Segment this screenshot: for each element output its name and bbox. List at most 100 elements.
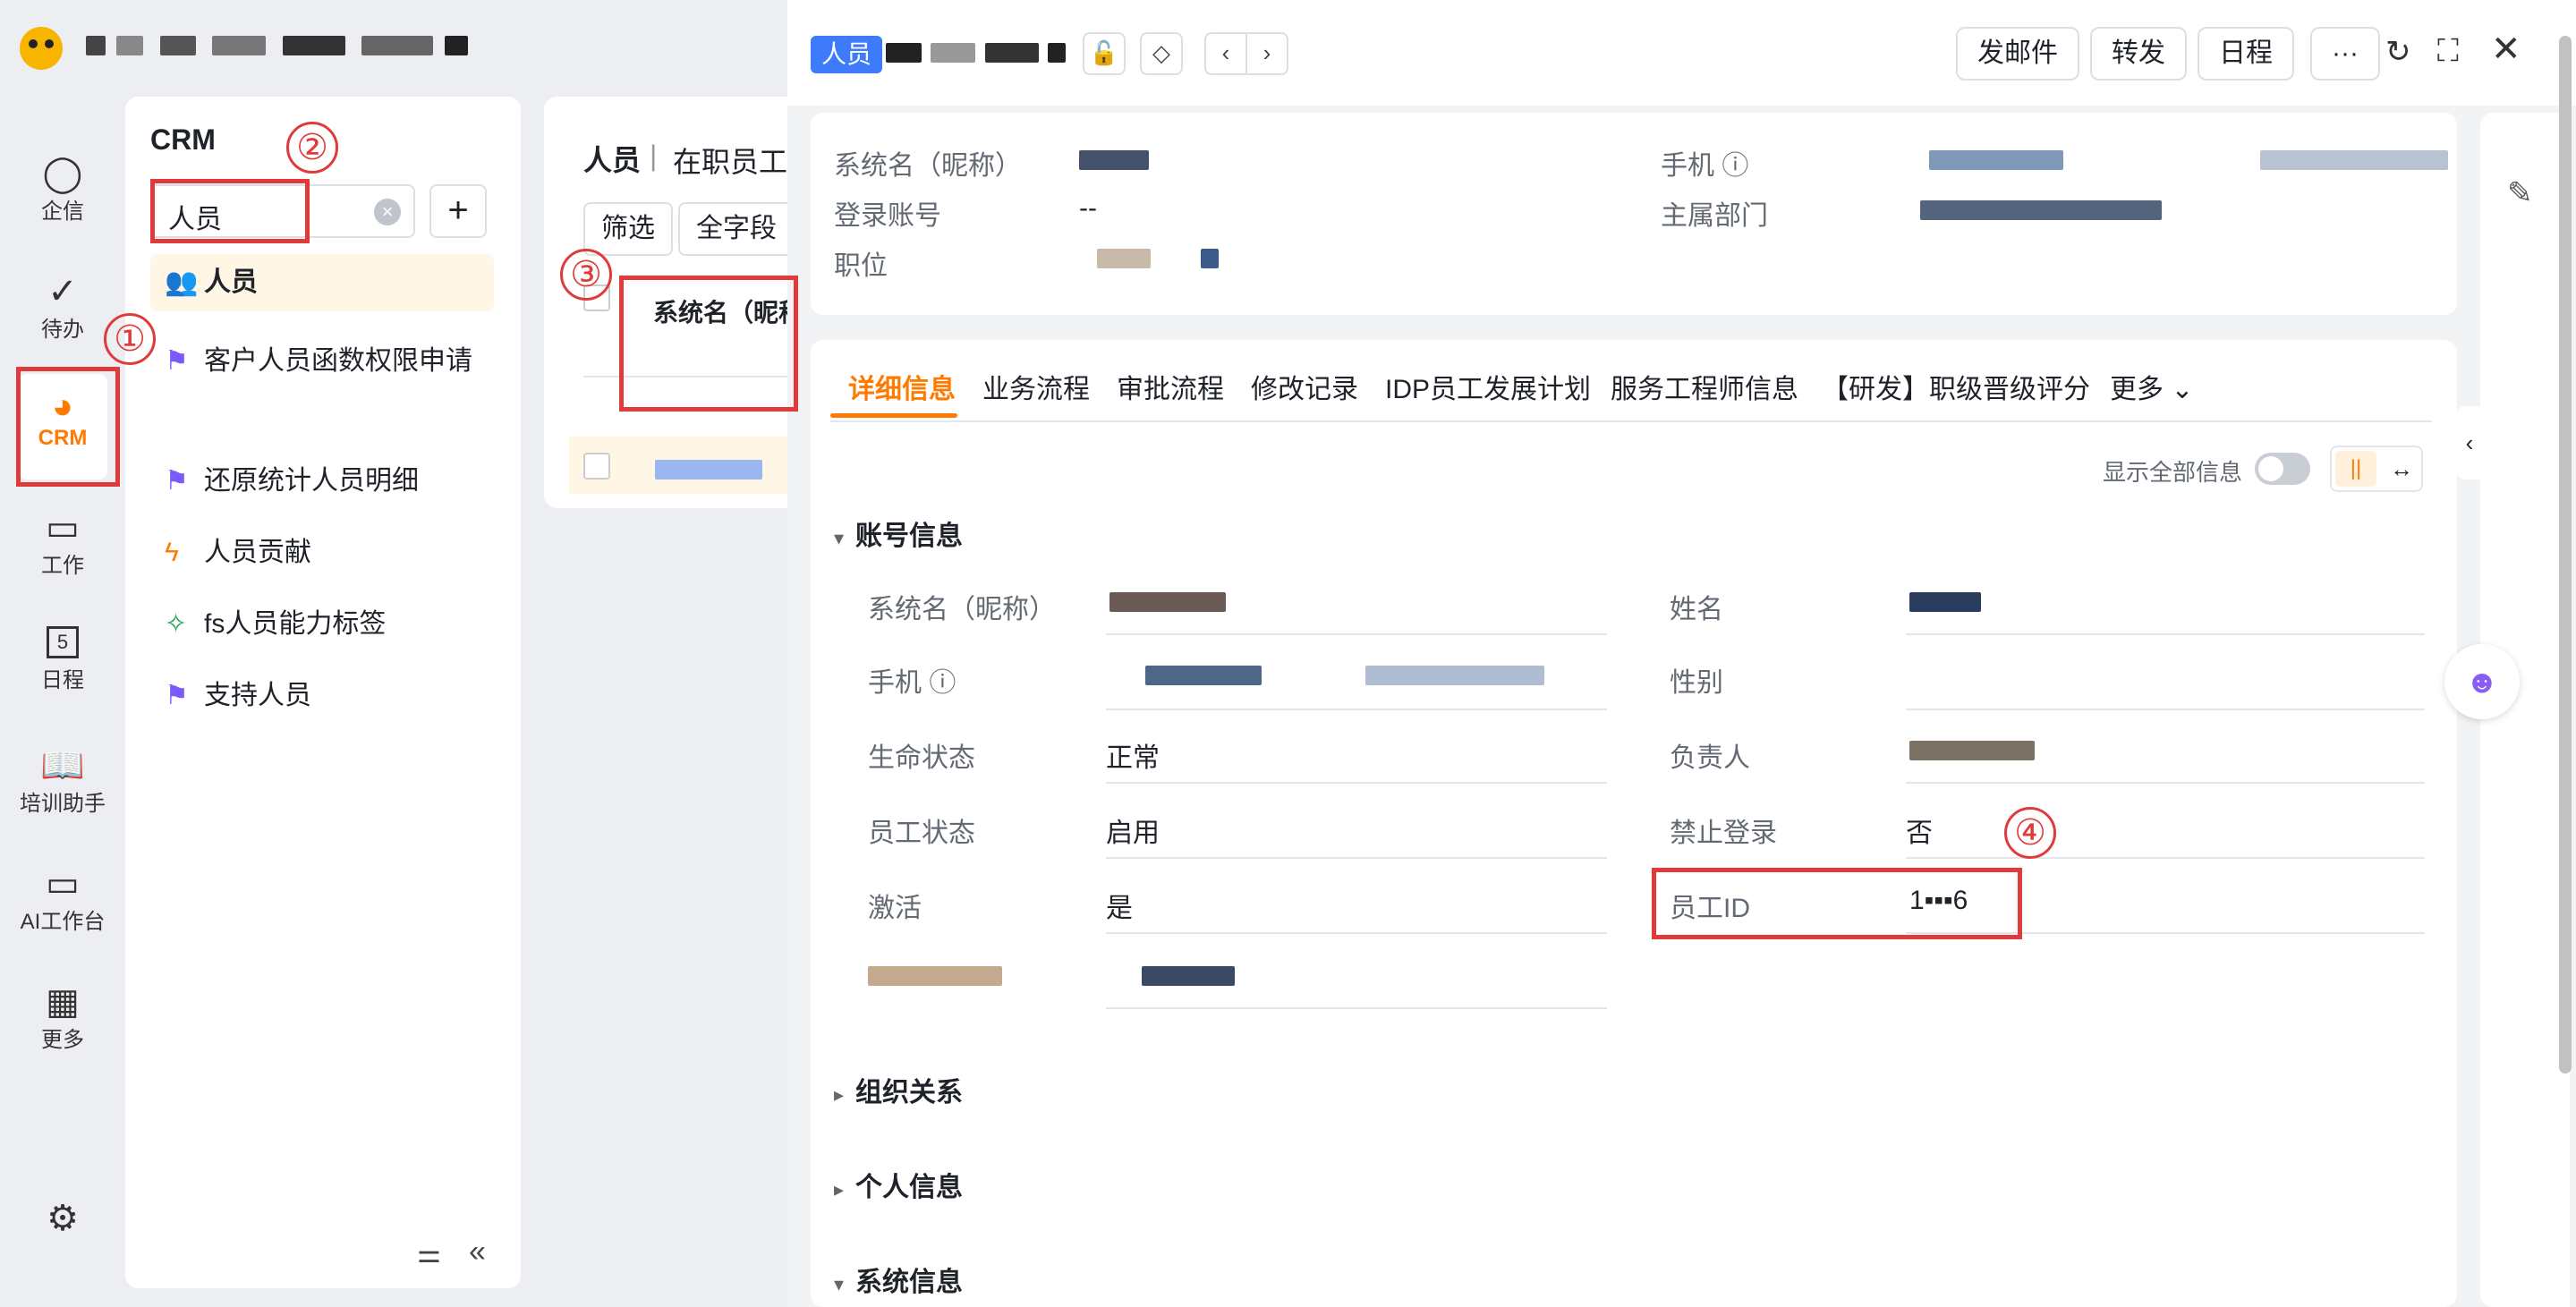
nav-ai-workbench[interactable]: ▭ AI工作台	[18, 864, 107, 935]
crm-panel: CRM 人员 × + 👥 人员 ⚑ 客户人员函数权限申请 ⚑ 还原统计人员明细 …	[125, 97, 521, 1288]
field-emp-id-label: 员工ID	[1670, 894, 1750, 923]
redacted-value	[1920, 200, 2162, 220]
menu-item-restore-stats[interactable]: ⚑ 还原统计人员明细	[150, 453, 494, 510]
field-activated-label: 激活	[868, 894, 922, 923]
tabs-divider	[830, 420, 2432, 422]
show-all-toggle[interactable]	[2255, 453, 2310, 485]
field-emp-id-value: 1▪▪▪6	[1909, 886, 1968, 915]
redacted-value	[1097, 249, 1151, 268]
redacted-value	[1909, 592, 1981, 612]
chat-bubble-icon: ◯	[42, 154, 83, 193]
table-row[interactable]	[569, 437, 812, 494]
nav-crm[interactable]: ◕ CRM	[18, 374, 107, 480]
tab-approval-flow[interactable]: 审批流程	[1117, 367, 1224, 406]
check-circle-icon: ✓	[47, 272, 78, 311]
menu-item-people[interactable]: 👥 人员	[150, 254, 494, 311]
divider: |	[650, 140, 658, 172]
field-underline	[1906, 932, 2425, 934]
chevron-down-icon: ⌄	[2171, 375, 2194, 404]
filter-settings-icon[interactable]: ⚌	[417, 1238, 441, 1269]
all-fields-button[interactable]: 全字段	[678, 202, 795, 256]
field-system-name-label: 系统名（昵称）	[868, 595, 1056, 624]
field-login-forbidden-label: 禁止登录	[1670, 819, 1777, 848]
menu-item-ability-tags[interactable]: ✧ fs人员能力标签	[150, 596, 494, 653]
tab-more[interactable]: 更多 ⌄	[2110, 367, 2193, 406]
app-logo	[20, 27, 63, 70]
field-underline	[1906, 633, 2425, 635]
redacted-value	[1079, 150, 1149, 170]
section-org[interactable]: ▸ 组织关系	[834, 1070, 963, 1109]
app-title-bar	[0, 0, 787, 98]
redacted-value	[1365, 666, 1544, 685]
menu-item-support[interactable]: ⚑ 支持人员	[150, 667, 494, 725]
collapse-icon[interactable]: «	[469, 1235, 486, 1269]
nav-schedule[interactable]: 5 日程	[18, 626, 107, 693]
field-phone-label: 手机 ⓘ	[868, 668, 956, 698]
annotation-1: ①	[104, 313, 156, 365]
schedule-button[interactable]: 日程	[2198, 27, 2294, 81]
send-email-button[interactable]: 发邮件	[1956, 27, 2079, 81]
nav-more[interactable]: ▦ 更多	[18, 982, 107, 1053]
close-icon[interactable]: ✕	[2491, 29, 2521, 70]
lock-icon[interactable]: 🔓	[1083, 32, 1126, 75]
redacted-value	[1145, 666, 1262, 685]
redacted-label	[868, 966, 1002, 986]
tag-icon[interactable]: ◇	[1140, 32, 1183, 75]
scrollbar[interactable]	[2559, 36, 2572, 1074]
tab-details[interactable]: 详细信息	[848, 367, 956, 406]
expand-width-icon[interactable]: ↔	[2382, 451, 2421, 487]
field-emp-status-value: 启用	[1106, 819, 1160, 848]
pin-icon: ✧	[165, 609, 188, 639]
next-record-button[interactable]: ›	[1245, 32, 1288, 75]
summary-position-label: 职位	[834, 251, 888, 281]
ai-assistant-icon[interactable]: ☻	[2444, 644, 2520, 719]
nav-training[interactable]: 📖 培训助手	[18, 746, 107, 817]
redacted-title	[86, 36, 468, 55]
tab-service-engineer[interactable]: 服务工程师信息	[1611, 367, 1798, 406]
field-emp-status-label: 员工状态	[868, 819, 975, 848]
field-underline	[1106, 932, 1607, 934]
fullscreen-icon[interactable]: ⛶	[2437, 34, 2459, 69]
caret-right-icon: ▸	[834, 1178, 845, 1201]
field-underline	[1906, 782, 2425, 784]
prev-record-button[interactable]: ‹	[1204, 32, 1247, 75]
flag-icon: ⚑	[165, 681, 189, 710]
filter-button[interactable]: 筛选	[583, 202, 673, 256]
settings-button[interactable]: ⚙	[18, 1199, 107, 1238]
field-activated-value: 是	[1106, 894, 1133, 923]
row-checkbox[interactable]	[583, 453, 610, 480]
menu-item-function-permission[interactable]: ⚑ 客户人员函数权限申请	[150, 333, 494, 390]
redacted-value	[1929, 150, 2063, 170]
tab-idp-plan[interactable]: IDP员工发展计划	[1385, 367, 1591, 406]
collapse-side-panel-button[interactable]: ‹	[2457, 406, 2482, 480]
tab-change-log[interactable]: 修改记录	[1251, 367, 1358, 406]
help-icon: ⓘ	[929, 668, 956, 698]
clear-icon[interactable]: ×	[374, 199, 401, 225]
redacted-value	[1201, 249, 1219, 268]
two-column-icon[interactable]: ||	[2335, 451, 2376, 487]
summary-card: 系统名（昵称） 登录账号 -- 职位 手机 ⓘ 主属部门	[811, 113, 2457, 315]
view-selector[interactable]: 在职员工	[673, 140, 787, 181]
nav-chat[interactable]: ◯ 企信	[18, 154, 107, 225]
book-icon: 📖	[40, 746, 85, 785]
section-personal[interactable]: ▸ 个人信息	[834, 1165, 963, 1204]
summary-login-label: 登录账号	[834, 201, 941, 231]
tab-business-flow[interactable]: 业务流程	[982, 367, 1090, 406]
table-divider	[583, 376, 812, 378]
tab-rd-promotion[interactable]: 【研发】职级晋级评分	[1822, 367, 2090, 406]
nav-work[interactable]: ▭ 工作	[18, 508, 107, 579]
section-system[interactable]: ▾ 系统信息	[834, 1260, 963, 1299]
add-button[interactable]: +	[429, 184, 487, 238]
more-actions-button[interactable]: ···	[2310, 27, 2380, 81]
field-underline	[1106, 709, 1607, 710]
edit-note-icon[interactable]: ✎	[2507, 175, 2533, 211]
forward-button[interactable]: 转发	[2090, 27, 2187, 81]
summary-dept-label: 主属部门	[1661, 201, 1768, 231]
layout-switch: || ↔	[2330, 446, 2423, 492]
nav-todo[interactable]: ✓ 待办	[18, 272, 107, 343]
section-account[interactable]: ▾ 账号信息	[834, 513, 963, 553]
calendar-icon: 5	[47, 626, 79, 658]
menu-item-contribution[interactable]: ϟ 人员贡献	[150, 524, 494, 581]
refresh-icon[interactable]: ↻	[2385, 34, 2411, 70]
redacted-value	[1109, 592, 1226, 612]
